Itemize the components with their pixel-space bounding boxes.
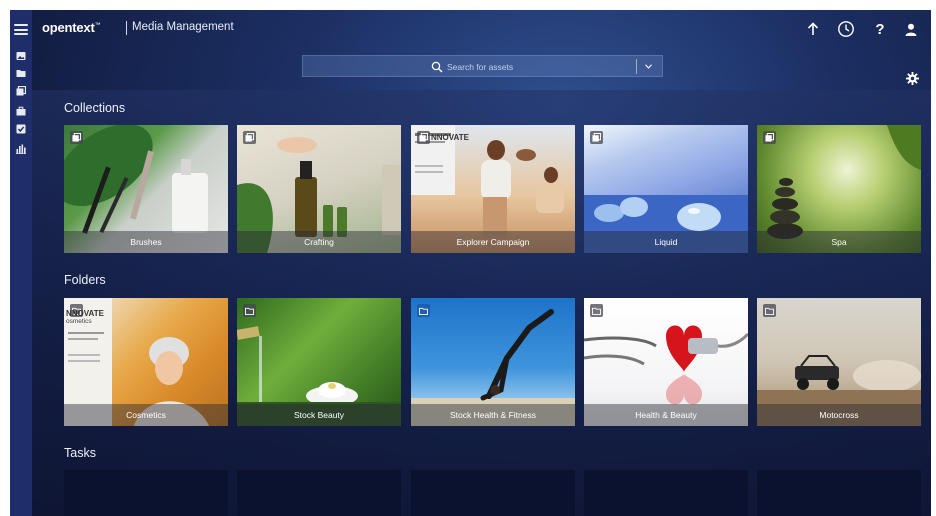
folder-card-stock-beauty[interactable]: Stock Beauty (237, 298, 401, 426)
card-label: Explorer Campaign (411, 231, 575, 253)
thumbnail-subtext: osmetics (66, 318, 92, 325)
thumbnail-text: NNOVATE (66, 309, 104, 318)
folder-card-health-beauty[interactable]: Health & Beauty (584, 298, 748, 426)
collection-badge-icon (417, 131, 430, 144)
search-divider (636, 59, 637, 74)
collection-badge-icon (70, 131, 83, 144)
upload-icon[interactable] (803, 19, 823, 39)
search-icon[interactable] (431, 61, 443, 73)
card-label: Health & Beauty (584, 404, 748, 426)
card-label: Crafting (237, 231, 401, 253)
briefcase-icon[interactable] (16, 106, 26, 116)
folder-icon[interactable] (16, 68, 26, 78)
folder-card-stock-health-fitness[interactable]: Stock Health & Fitness (411, 298, 575, 426)
card-label: Cosmetics (64, 404, 228, 426)
section-title-folders: Folders (64, 273, 106, 287)
hamburger-menu-icon[interactable] (14, 24, 28, 35)
task-card[interactable] (411, 470, 575, 516)
gear-icon[interactable] (906, 72, 919, 85)
card-label: Brushes (64, 231, 228, 253)
search-bar (302, 55, 663, 77)
section-title-collections: Collections (64, 101, 126, 115)
collection-badge-icon (763, 131, 776, 144)
task-card[interactable] (757, 470, 921, 516)
card-label: Stock Health & Fitness (411, 404, 575, 426)
search-input[interactable] (447, 59, 627, 74)
folder-card-motocross[interactable]: Motocross (757, 298, 921, 426)
thumbnail-text: NNOVATE (431, 133, 469, 142)
chart-icon[interactable] (16, 144, 26, 154)
section-title-tasks: Tasks (64, 446, 96, 460)
card-label: Stock Beauty (237, 404, 401, 426)
history-icon[interactable] (836, 19, 856, 39)
top-header: opentext™ Media Management ? (32, 10, 931, 46)
opentext-logo[interactable]: opentext™ (42, 20, 101, 35)
card-label: Spa (757, 231, 921, 253)
main-content: Collections Brushes Crafting NNOVATE Exp… (32, 90, 931, 516)
app-window: opentext™ Media Management ? Coll (10, 10, 931, 516)
task-card[interactable] (237, 470, 401, 516)
collection-card-brushes[interactable]: Brushes (64, 125, 228, 253)
collection-card-explorer-campaign[interactable]: NNOVATE Explorer Campaign (411, 125, 575, 253)
card-label: Motocross (757, 404, 921, 426)
task-card[interactable] (64, 470, 228, 516)
collection-card-liquid[interactable]: Liquid (584, 125, 748, 253)
folder-badge-icon (417, 304, 430, 317)
folder-badge-icon (590, 304, 603, 317)
tasks-check-icon[interactable] (16, 124, 26, 134)
collection-badge-icon (243, 131, 256, 144)
folder-badge-icon (763, 304, 776, 317)
brand-divider (126, 21, 127, 35)
card-label: Liquid (584, 231, 748, 253)
collection-card-spa[interactable]: Spa (757, 125, 921, 253)
left-rail (10, 10, 32, 516)
chevron-down-icon[interactable] (645, 64, 652, 69)
image-icon[interactable] (16, 51, 26, 61)
folder-card-cosmetics[interactable]: NNOVATE osmetics Cosmetics (64, 298, 228, 426)
collections-icon[interactable] (16, 86, 26, 96)
collection-badge-icon (590, 131, 603, 144)
task-card[interactable] (584, 470, 748, 516)
app-title: Media Management (132, 21, 234, 33)
collection-card-crafting[interactable]: Crafting (237, 125, 401, 253)
help-icon[interactable]: ? (870, 19, 890, 39)
user-icon[interactable] (901, 19, 921, 39)
folder-badge-icon (243, 304, 256, 317)
